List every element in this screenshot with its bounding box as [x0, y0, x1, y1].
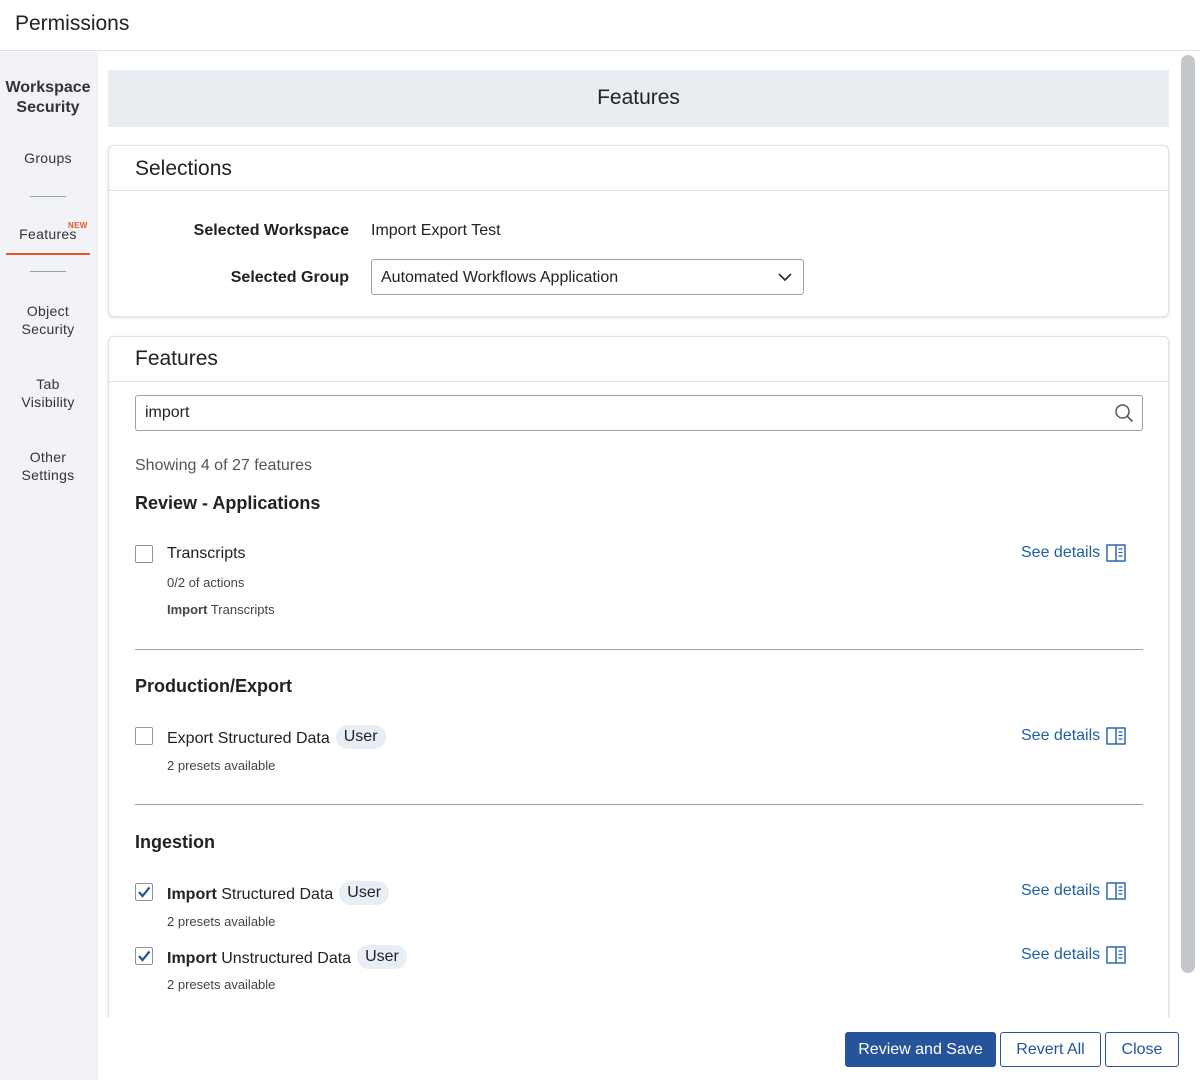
feature-name-import-unstructured-data: Import Unstructured Data User — [167, 945, 407, 971]
sidebar-item-label: Security — [21, 321, 75, 337]
features-title: Features — [135, 347, 218, 370]
presets-available: 2 presets available — [167, 758, 276, 773]
feature-search — [135, 395, 1143, 431]
sidebar-item-label: Other — [29, 449, 67, 465]
see-details-link[interactable]: See details — [1021, 946, 1126, 964]
feature-name: Export Structured Data — [167, 730, 330, 748]
close-button[interactable]: Close — [1105, 1032, 1179, 1067]
action-name: Transcripts — [207, 602, 275, 617]
sidebar-item-label: Tab — [36, 376, 60, 392]
new-badge: NEW — [68, 221, 88, 230]
search-icon[interactable] — [1114, 403, 1134, 423]
sidebar-divider — [30, 196, 66, 197]
section-divider — [135, 804, 1143, 805]
see-details-link[interactable]: See details — [1021, 727, 1126, 745]
sidebar-item-label: Visibility — [21, 394, 75, 410]
selected-workspace-label: Selected Workspace — [193, 222, 349, 239]
section-divider — [135, 649, 1143, 650]
page-title: Features — [597, 86, 680, 109]
presets-available: 2 presets available — [167, 914, 276, 929]
role-tag: User — [335, 725, 386, 749]
scrollbar-thumb[interactable] — [1181, 55, 1195, 973]
feature-checkbox-import-structured-data[interactable] — [135, 883, 153, 901]
card-divider — [109, 381, 1168, 382]
selections-title: Selections — [135, 157, 232, 180]
book-icon — [1106, 946, 1126, 964]
review-and-save-button[interactable]: Review and Save — [845, 1032, 996, 1067]
features-card: Features Showing 4 of 27 features Review… — [108, 336, 1169, 1036]
book-icon — [1106, 882, 1126, 900]
page-banner: Features — [108, 70, 1169, 127]
sidebar-divider — [30, 271, 66, 272]
feature-checkbox-transcripts[interactable] — [135, 545, 153, 563]
feature-name-export-structured-data: Export Structured Data User — [167, 725, 386, 751]
revert-all-button[interactable]: Revert All — [1000, 1032, 1101, 1067]
active-tab-indicator — [6, 253, 90, 255]
see-details-link[interactable]: See details — [1021, 544, 1126, 562]
selected-workspace-value: Import Export Test — [371, 222, 501, 239]
feature-checkbox-import-unstructured-data[interactable] — [135, 947, 153, 965]
presets-available: 2 presets available — [167, 977, 276, 992]
feature-checkbox-export-structured-data[interactable] — [135, 727, 153, 745]
see-details-label: See details — [1021, 946, 1101, 963]
sidebar-item-groups[interactable]: Groups — [0, 149, 96, 167]
role-tag: User — [357, 945, 407, 969]
sidebar-item-label: Object — [26, 303, 70, 319]
role-tag: User — [339, 881, 390, 905]
title-bar: Permissions — [0, 0, 1200, 51]
window-title: Permissions — [15, 12, 130, 35]
feature-actions-count: 0/2 of actions — [167, 575, 245, 590]
see-details-label: See details — [1021, 727, 1101, 744]
section-title-review-applications: Review - Applications — [135, 493, 321, 513]
check-icon — [138, 886, 151, 898]
feature-keyword: Import — [167, 950, 217, 968]
action-keyword: Import — [167, 602, 208, 617]
results-count: Showing 4 of 27 features — [135, 457, 313, 474]
book-icon — [1106, 544, 1126, 562]
chevron-down-icon — [778, 273, 792, 282]
group-select[interactable]: Automated Workflows Application — [371, 259, 804, 295]
group-select-value: Automated Workflows Application — [381, 269, 619, 286]
sidebar-heading-line2: Security — [16, 99, 80, 116]
section-title-ingestion: Ingestion — [135, 832, 215, 852]
feature-keyword: Import — [167, 886, 217, 904]
feature-action-list: Import Transcripts — [167, 602, 275, 617]
selected-group-label: Selected Group — [230, 269, 349, 286]
footer-actions: Review and Save Revert All Close — [98, 1018, 1200, 1080]
see-details-link[interactable]: See details — [1021, 882, 1126, 900]
sidebar: Workspace Security Groups Features NEW O… — [0, 52, 98, 1080]
book-icon — [1106, 727, 1126, 745]
search-input[interactable] — [145, 402, 1095, 424]
feature-name: Unstructured Data — [216, 950, 352, 968]
see-details-label: See details — [1021, 882, 1101, 899]
sidebar-heading-line1: Workspace — [5, 79, 91, 96]
feature-name: Structured Data — [216, 886, 334, 904]
selections-card: Selections Selected Workspace Import Exp… — [108, 145, 1169, 317]
check-icon — [138, 950, 151, 962]
feature-name-import-structured-data: Import Structured Data User — [167, 881, 390, 907]
sidebar-item-tab-visibility[interactable]: Tab Visibility — [0, 375, 96, 411]
card-divider — [109, 190, 1168, 191]
sidebar-item-object-security[interactable]: Object Security — [0, 302, 96, 338]
see-details-label: See details — [1021, 544, 1101, 561]
sidebar-item-label: Settings — [21, 467, 75, 483]
sidebar-item-other-settings[interactable]: Other Settings — [0, 448, 96, 484]
section-title-production-export: Production/Export — [135, 676, 292, 696]
feature-name-transcripts: Transcripts — [167, 545, 246, 562]
sidebar-heading: Workspace Security — [0, 78, 96, 118]
